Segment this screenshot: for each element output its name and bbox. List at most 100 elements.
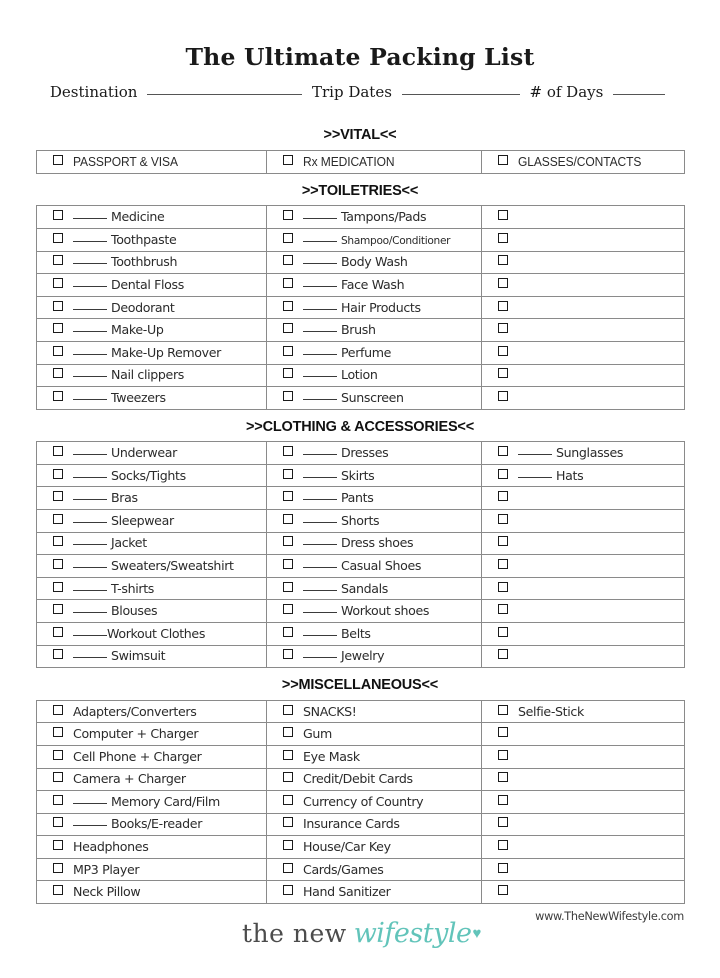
checklist-item-empty[interactable] xyxy=(481,273,685,297)
checkbox-icon[interactable] xyxy=(283,817,293,828)
checkbox-icon[interactable] xyxy=(498,446,508,457)
checkbox-icon[interactable] xyxy=(283,278,293,289)
checkbox-icon[interactable] xyxy=(53,840,63,851)
checklist-item[interactable]: Jewelry xyxy=(266,644,482,669)
quantity-blank-line[interactable] xyxy=(303,308,337,310)
checkbox-icon[interactable] xyxy=(53,345,63,356)
checkbox-icon[interactable] xyxy=(53,794,63,805)
checkbox-icon[interactable] xyxy=(498,323,508,334)
checklist-item-empty[interactable] xyxy=(481,767,685,792)
checkbox-icon[interactable] xyxy=(53,232,63,243)
checkbox-icon[interactable] xyxy=(283,446,293,457)
checkbox-icon[interactable] xyxy=(283,885,293,896)
checklist-item[interactable]: Currency of Country xyxy=(266,790,482,814)
checkbox-icon[interactable] xyxy=(498,390,508,401)
checkbox-icon[interactable] xyxy=(283,300,293,311)
checklist-item-empty[interactable] xyxy=(481,363,685,388)
quantity-blank-line[interactable] xyxy=(303,657,337,659)
checklist-item-empty[interactable] xyxy=(481,599,685,624)
checkbox-icon[interactable] xyxy=(53,468,63,479)
checklist-item[interactable]: Belts xyxy=(266,622,482,646)
checklist-item[interactable]: Headphones xyxy=(36,835,267,859)
checkbox-icon[interactable] xyxy=(283,581,293,592)
quantity-blank-line[interactable] xyxy=(73,657,107,659)
quantity-blank-line[interactable] xyxy=(73,476,107,478)
checkbox-icon[interactable] xyxy=(498,604,508,615)
quantity-blank-line[interactable] xyxy=(303,612,337,614)
checklist-item[interactable]: Body Wash xyxy=(266,250,482,275)
checkbox-icon[interactable] xyxy=(498,794,508,805)
checklist-item[interactable]: Rx MEDICATION xyxy=(266,150,482,174)
quantity-blank-line[interactable] xyxy=(73,825,107,827)
checklist-item-empty[interactable] xyxy=(481,486,685,511)
quantity-blank-line[interactable] xyxy=(73,286,107,288)
checkbox-icon[interactable] xyxy=(283,468,293,479)
checkbox-icon[interactable] xyxy=(53,704,63,715)
checklist-item[interactable]: Computer + Charger xyxy=(36,722,267,746)
quantity-blank-line[interactable] xyxy=(73,353,107,355)
checkbox-icon[interactable] xyxy=(283,559,293,570)
checklist-item-empty[interactable] xyxy=(481,386,685,410)
checklist-item[interactable]: Deodorant xyxy=(36,295,267,320)
checklist-item[interactable]: Sandals xyxy=(266,576,482,601)
checkbox-icon[interactable] xyxy=(498,727,508,738)
checkbox-icon[interactable] xyxy=(283,210,293,221)
quantity-blank-line[interactable] xyxy=(73,589,107,591)
quantity-blank-line[interactable] xyxy=(303,286,337,288)
quantity-blank-line[interactable] xyxy=(518,476,552,478)
checklist-item[interactable]: Shampoo/Conditioner xyxy=(266,228,482,252)
checkbox-icon[interactable] xyxy=(498,232,508,243)
checklist-item-empty[interactable] xyxy=(481,622,685,646)
checklist-item[interactable]: Workout Clothes xyxy=(36,622,267,646)
checklist-item[interactable]: Hair Products xyxy=(266,295,482,320)
checklist-item[interactable]: Toothbrush xyxy=(36,250,267,275)
quantity-blank-line[interactable] xyxy=(73,218,107,220)
checklist-item[interactable]: Brush xyxy=(266,318,482,342)
checklist-item[interactable]: Tweezers xyxy=(36,386,267,410)
checklist-item[interactable]: Adapters/Converters xyxy=(36,699,267,724)
checkbox-icon[interactable] xyxy=(283,513,293,524)
quantity-blank-line[interactable] xyxy=(303,499,337,501)
checklist-item[interactable]: Pants xyxy=(266,486,482,511)
checklist-item[interactable]: Nail clippers xyxy=(36,363,267,388)
checklist-item[interactable]: Insurance Cards xyxy=(266,812,482,837)
checklist-item[interactable]: Selfie-Stick xyxy=(481,699,685,724)
checkbox-icon[interactable] xyxy=(498,817,508,828)
checklist-item-empty[interactable] xyxy=(481,509,685,533)
checklist-item-empty[interactable] xyxy=(481,250,685,275)
checkbox-icon[interactable] xyxy=(53,513,63,524)
quantity-blank-line[interactable] xyxy=(73,567,107,569)
checkbox-icon[interactable] xyxy=(53,300,63,311)
quantity-blank-line[interactable] xyxy=(303,353,337,355)
quantity-blank-line[interactable] xyxy=(303,218,337,220)
checklist-item[interactable]: Sleepwear xyxy=(36,509,267,533)
checkbox-icon[interactable] xyxy=(283,323,293,334)
quantity-blank-line[interactable] xyxy=(73,802,107,804)
checklist-item[interactable]: Socks/Tights xyxy=(36,463,267,488)
checkbox-icon[interactable] xyxy=(283,862,293,873)
checklist-item[interactable]: Dresses xyxy=(266,441,482,465)
checklist-item[interactable]: Neck Pillow xyxy=(36,880,267,905)
quantity-blank-line[interactable] xyxy=(73,398,107,400)
checklist-item[interactable]: Medicine xyxy=(36,205,267,230)
checkbox-icon[interactable] xyxy=(498,300,508,311)
checkbox-icon[interactable] xyxy=(53,255,63,266)
checklist-item[interactable]: Memory Card/Film xyxy=(36,790,267,814)
checkbox-icon[interactable] xyxy=(498,155,508,166)
quantity-blank-line[interactable] xyxy=(73,499,107,501)
checklist-item-empty[interactable] xyxy=(481,857,685,882)
quantity-blank-line[interactable] xyxy=(73,634,107,636)
checkbox-icon[interactable] xyxy=(498,581,508,592)
checklist-item-empty[interactable] xyxy=(481,790,685,814)
checklist-item-empty[interactable] xyxy=(481,812,685,837)
quantity-blank-line[interactable] xyxy=(73,240,107,242)
site-url[interactable]: www.TheNewWifestyle.com xyxy=(535,910,684,923)
checkbox-icon[interactable] xyxy=(498,255,508,266)
checklist-item[interactable]: PASSPORT & VISA xyxy=(36,150,267,174)
checklist-item-empty[interactable] xyxy=(481,880,685,905)
checklist-item[interactable]: Sweaters/Sweatshirt xyxy=(36,554,267,578)
checkbox-icon[interactable] xyxy=(283,368,293,379)
quantity-blank-line[interactable] xyxy=(303,544,337,546)
quantity-blank-line[interactable] xyxy=(73,263,107,265)
checklist-item[interactable]: Skirts xyxy=(266,463,482,488)
